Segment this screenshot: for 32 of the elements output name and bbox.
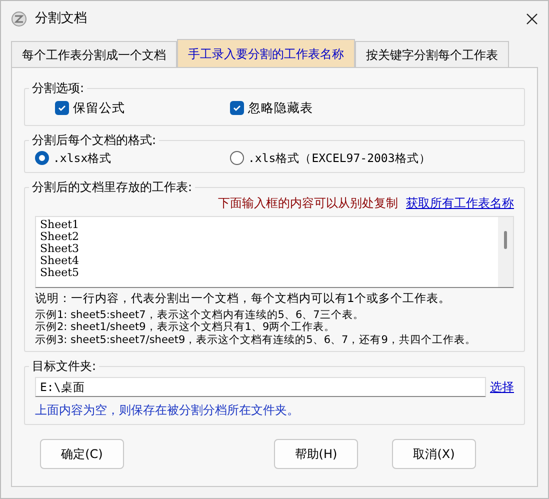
checkbox[interactable]	[55, 101, 69, 116]
dialog-button[interactable]: 取消(X)	[392, 439, 476, 469]
close-icon[interactable]	[526, 13, 538, 25]
radio-label: .xlsx格式	[53, 150, 112, 167]
checkbox-label: 忽略隐藏表	[248, 99, 313, 117]
group-label: 目标文件夹:	[29, 359, 100, 373]
example-text: 示例2: sheet1/sheet9，表示这个文档只有1、9两个工作表。	[35, 321, 336, 334]
folder-path-field[interactable]: E:\桌面	[35, 377, 486, 397]
get-sheet-names-link[interactable]: 获取所有工作表名称	[406, 194, 514, 212]
checkbox-label: 保留公式	[73, 99, 125, 117]
radio-button[interactable]	[35, 151, 49, 166]
check-icon	[232, 103, 242, 114]
example-text: 示例1: sheet5:sheet7，表示这个文档内有连续的5、6、7三个表。	[35, 308, 365, 321]
hint-text: 下面输入框的内容可以从别处复制	[218, 195, 398, 212]
checkbox[interactable]	[230, 101, 244, 116]
check-icon	[57, 103, 67, 114]
radio-label: .xls格式（EXCEL97-2003格式）	[248, 150, 431, 167]
tab[interactable]: 按关键字分割每个工作表	[355, 41, 509, 67]
group-label: 分割后的文档里存放的工作表:	[29, 180, 196, 194]
tab[interactable]: 每个工作表分割成一个文档	[11, 41, 177, 67]
example-text: 示例3: sheet5:sheet7/sheet9，表示这个文档有连续的5、6、7，还有9，共四个工作表。	[35, 334, 477, 346]
dialog-button[interactable]: 帮助(H)	[274, 439, 358, 469]
window-title: 分割文档	[35, 10, 87, 28]
radio-button[interactable]	[230, 151, 244, 166]
group-label: 分割选项:	[29, 81, 88, 95]
description-text: 说明：一行内容，代表分割出一个文档，每个文档内可以有1个或多个工作表。	[35, 292, 452, 304]
tab[interactable]: 手工录入要分割的工作表名称	[177, 39, 355, 67]
app-logo-icon	[11, 11, 27, 27]
choose-link[interactable]: 选择	[490, 378, 514, 396]
group-label: 分割后每个文档的格式:	[29, 132, 160, 147]
hint-text: 上面内容为空，则保存在被分割分档所在文件夹。	[35, 402, 300, 419]
dialog-button[interactable]: 确定(C)	[40, 439, 124, 469]
